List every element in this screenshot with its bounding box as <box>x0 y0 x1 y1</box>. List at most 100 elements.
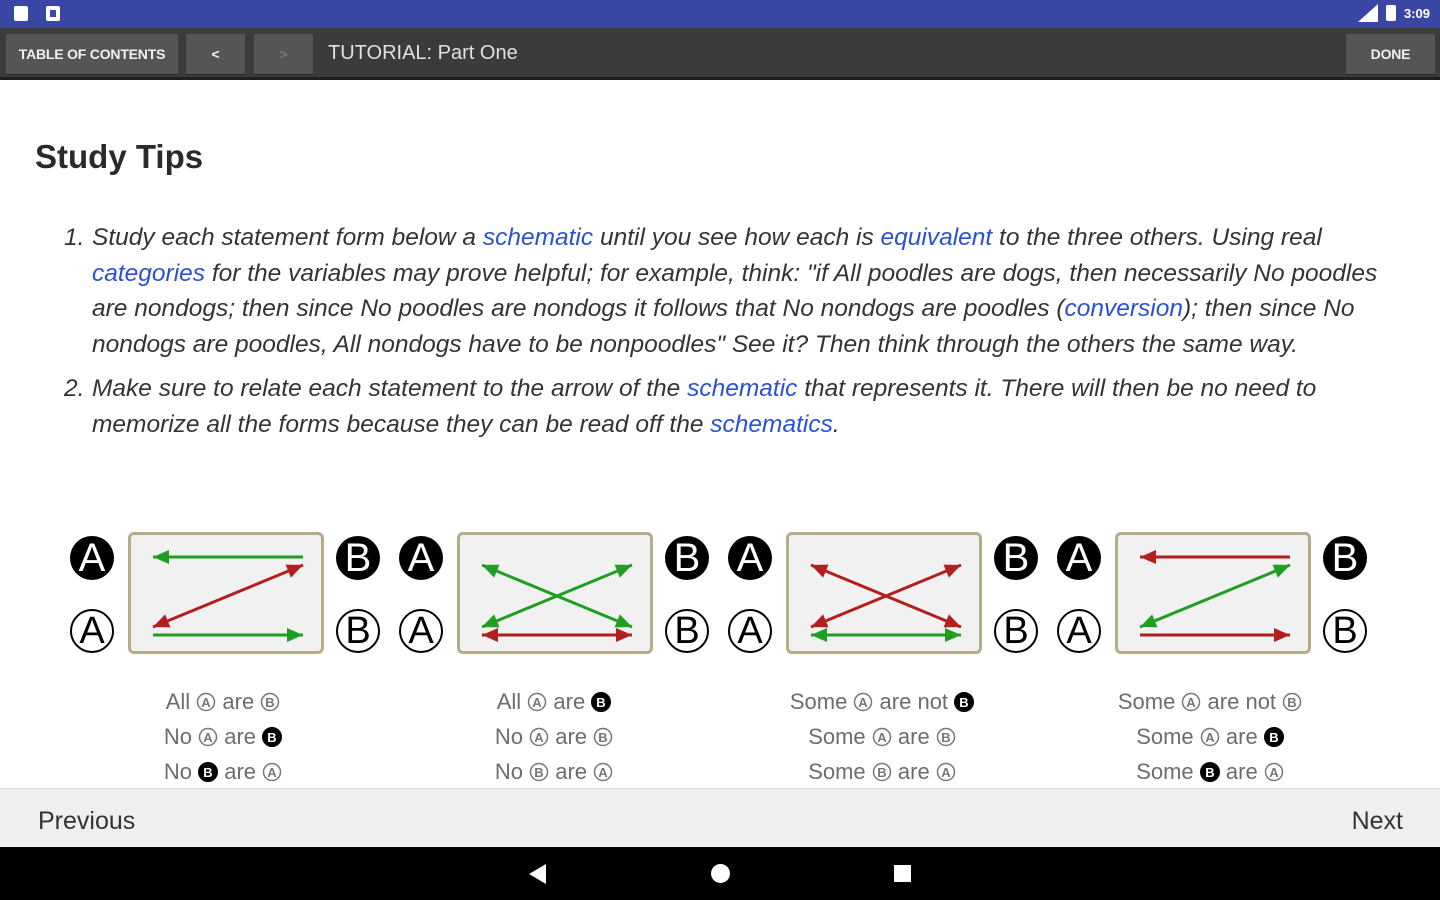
svg-text:A: A <box>534 730 544 745</box>
tip-item: 1. Study each statement form below a sch… <box>60 220 1395 362</box>
circled-a-outline-icon: A <box>197 692 216 712</box>
svg-text:A: A <box>877 730 887 745</box>
circle-b-outline: B <box>665 609 709 653</box>
svg-text:A: A <box>203 730 213 745</box>
circled-b-outline-icon: B <box>261 692 280 712</box>
caption-line: Some B are A <box>762 754 1002 788</box>
caption-text: are <box>549 759 594 784</box>
circled-b-filled-icon: B <box>1263 727 1284 747</box>
glossary-link-categories[interactable]: categories <box>92 260 205 287</box>
caption-text: Some <box>789 689 854 714</box>
caption-line: Some A are B <box>762 719 1002 754</box>
circle-b-filled: B <box>665 536 709 580</box>
done-button[interactable]: DONE <box>1346 34 1435 74</box>
arrow-head <box>1274 628 1290 642</box>
content-area[interactable]: Study Tips 1. Study each statement form … <box>0 80 1440 788</box>
tip-text-segment: to the three others. Using real <box>992 224 1322 251</box>
schematic-no-a-are-b: A A B B <box>399 532 709 662</box>
svg-text:B: B <box>959 695 968 710</box>
circled-b-outline-icon: B <box>529 762 549 782</box>
svg-text:A: A <box>859 695 869 710</box>
next-button[interactable]: Next <box>1352 807 1403 836</box>
glossary-link-schematic[interactable]: schematic <box>687 375 797 402</box>
circle-b-outline: B <box>336 609 380 653</box>
caption-text: No <box>494 759 530 784</box>
circled-a-outline-icon: A <box>198 727 218 747</box>
caption-text: are not <box>1201 689 1283 714</box>
schematic-caption: Some A are not B Some A are B Some B are A <box>1090 684 1330 788</box>
back-icon[interactable] <box>529 864 546 884</box>
caption-line: Some A are B <box>1090 719 1330 754</box>
circle-b-outline: B <box>1323 609 1367 653</box>
circled-b-outline-icon: B <box>593 727 613 747</box>
schematic-arrow <box>1139 563 1291 629</box>
toolbar-title: TUTORIAL: Part One <box>328 42 518 64</box>
toolbar: TABLE OF CONTENTS < > TUTORIAL: Part One… <box>0 28 1440 80</box>
svg-text:B: B <box>598 730 607 745</box>
caption-text: are <box>216 689 261 714</box>
glossary-link-conversion[interactable]: conversion <box>1064 295 1182 322</box>
caption-line: All A are B <box>123 684 323 719</box>
battery-icon <box>1385 5 1396 21</box>
caption-text: Some <box>808 759 872 784</box>
schematic-box <box>128 532 324 654</box>
svg-text:B: B <box>877 765 886 780</box>
table-of-contents-button[interactable]: TABLE OF CONTENTS <box>6 34 178 74</box>
circle-b-filled: B <box>336 536 380 580</box>
back-page-button[interactable]: < <box>186 34 245 74</box>
glossary-link-schematics[interactable]: schematics <box>710 411 833 438</box>
page-navigation: Previous Next <box>0 788 1440 847</box>
arrow-head <box>287 628 303 642</box>
tip-item: 2. Make sure to relate each statement to… <box>60 371 1395 442</box>
circle-b-filled: B <box>1323 536 1367 580</box>
svg-text:B: B <box>267 730 276 745</box>
schematic-arrow <box>152 563 304 629</box>
caption-text: are not <box>873 689 955 714</box>
page-title: Study Tips <box>35 138 204 175</box>
circled-a-outline-icon: A <box>936 762 956 782</box>
caption-text: are <box>218 759 263 784</box>
home-icon[interactable] <box>711 864 730 883</box>
glossary-link-schematic[interactable]: schematic <box>483 224 593 251</box>
circled-b-filled-icon: B <box>591 692 612 712</box>
svg-text:A: A <box>1205 730 1215 745</box>
circled-b-filled-icon: B <box>262 727 283 747</box>
circle-a-filled: A <box>70 536 114 580</box>
circle-a-outline: A <box>728 609 772 653</box>
caption-text: are <box>1219 724 1264 749</box>
caption-text: No <box>494 724 530 749</box>
circled-a-outline-icon: A <box>854 692 873 712</box>
circled-b-filled-icon: B <box>198 762 219 782</box>
svg-text:B: B <box>203 765 212 780</box>
svg-text:B: B <box>1205 765 1214 780</box>
svg-text:A: A <box>533 695 543 710</box>
previous-button[interactable]: Previous <box>38 807 135 836</box>
notification-icon <box>46 6 60 21</box>
tip-text-segment: until you see how each is <box>593 224 881 251</box>
circled-b-outline-icon: B <box>872 762 892 782</box>
schematic-all-a-are-b: A A B B <box>70 532 380 662</box>
glossary-link-equivalent[interactable]: equivalent <box>881 224 993 251</box>
circled-a-outline-icon: A <box>872 727 892 747</box>
circle-b-outline: B <box>994 609 1038 653</box>
circled-b-outline-icon: B <box>936 727 956 747</box>
circle-a-outline: A <box>70 609 114 653</box>
svg-text:B: B <box>1287 695 1296 710</box>
circled-b-filled-icon: B <box>954 692 975 712</box>
caption-text: Some <box>1136 759 1200 784</box>
forward-page-button[interactable]: > <box>254 34 313 74</box>
circle-b-filled: B <box>994 536 1038 580</box>
arrow-head <box>153 550 169 564</box>
svg-text:A: A <box>598 765 608 780</box>
circled-a-outline-icon: A <box>1264 762 1284 782</box>
sim-card-icon <box>14 6 28 21</box>
caption-text: are <box>1219 759 1264 784</box>
arrow-head <box>616 628 632 642</box>
recents-icon[interactable] <box>894 865 911 882</box>
tip-text: Study each statement form below a schema… <box>92 224 1377 358</box>
caption-text: No <box>163 759 199 784</box>
schematic-caption: All A are B No A are B No B are A <box>123 684 323 788</box>
circled-a-outline-icon: A <box>593 762 613 782</box>
circled-a-outline-icon: A <box>1200 727 1220 747</box>
signal-icon <box>1357 4 1378 22</box>
